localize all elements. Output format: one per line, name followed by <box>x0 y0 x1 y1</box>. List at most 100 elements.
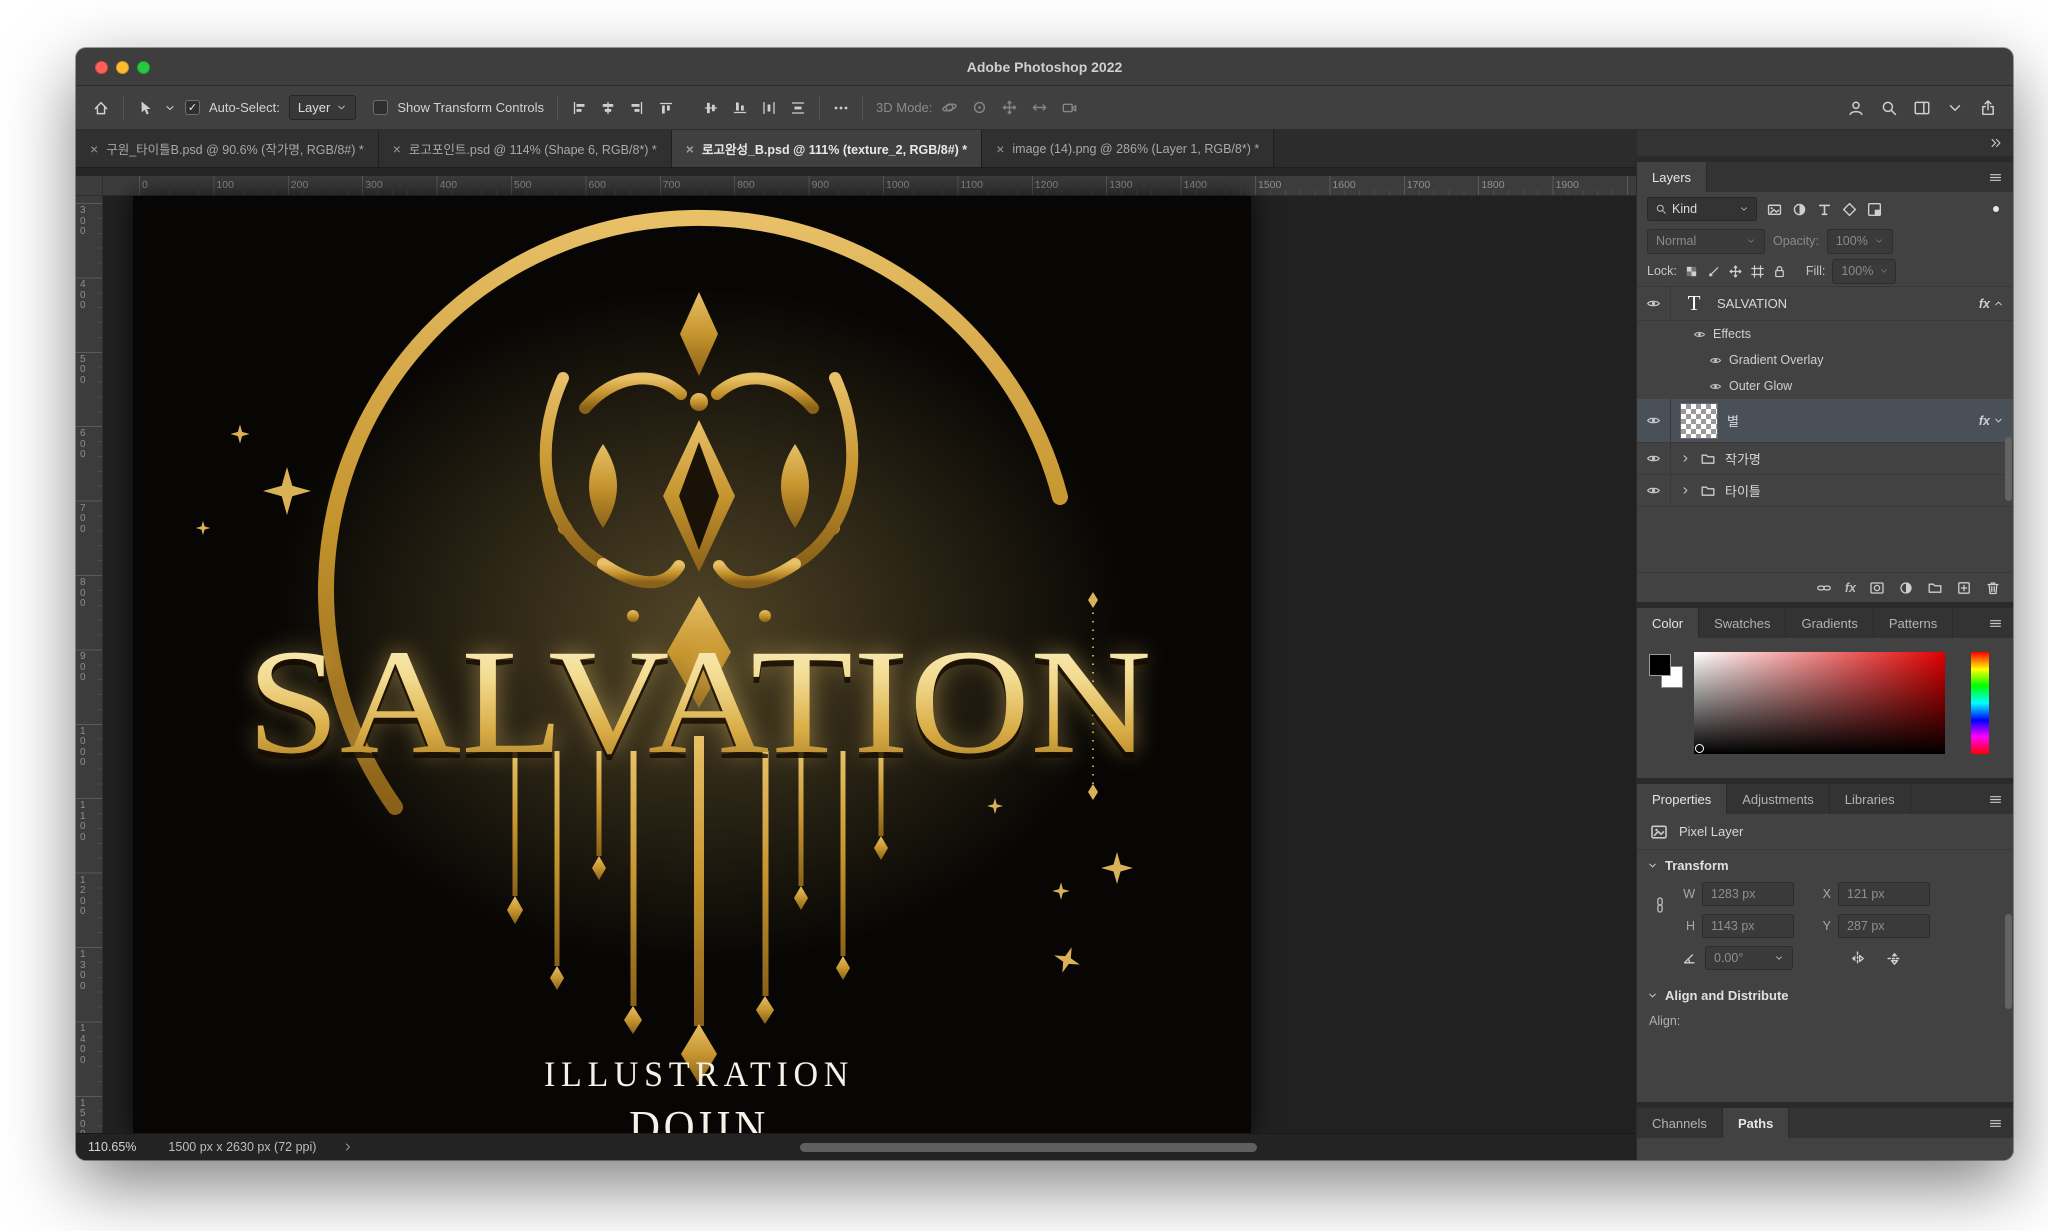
effect-row[interactable]: Effects <box>1637 321 2013 347</box>
visibility-toggle-icon[interactable] <box>1637 443 1671 474</box>
align-center-v-icon[interactable] <box>703 100 719 116</box>
tab-libraries[interactable]: Libraries <box>1830 784 1911 814</box>
effect-visibility-icon[interactable] <box>1709 380 1722 393</box>
orbit-3d-icon[interactable] <box>941 99 958 116</box>
filter-image-icon[interactable] <box>1766 201 1783 218</box>
close-tab-icon[interactable]: × <box>996 142 1004 156</box>
tab-gradients[interactable]: Gradients <box>1786 608 1874 638</box>
layers-scrollbar[interactable] <box>2005 437 2012 501</box>
tab-patterns[interactable]: Patterns <box>1874 608 1954 638</box>
tab-layers[interactable]: Layers <box>1637 162 1708 192</box>
new-layer-icon[interactable] <box>1956 580 1972 596</box>
tab-adjustments[interactable]: Adjustments <box>1727 784 1830 814</box>
align-section-header[interactable]: Align and Distribute <box>1637 980 2013 1010</box>
lock-pixels-icon[interactable] <box>1706 264 1721 279</box>
align-top-icon[interactable] <box>658 100 674 116</box>
auto-select-target-dropdown[interactable]: Layer <box>288 95 357 120</box>
layer-fx-controls[interactable]: fx <box>1979 297 2004 311</box>
ruler-corner[interactable] <box>76 176 103 196</box>
layers-panel-menu-icon[interactable] <box>1988 170 2013 185</box>
layer-mask-icon[interactable] <box>1869 580 1885 596</box>
show-transform-checkbox[interactable] <box>373 100 389 115</box>
more-options-icon[interactable] <box>833 100 849 116</box>
status-chevron-icon[interactable] <box>342 1141 354 1153</box>
hue-slider[interactable] <box>1971 652 1989 754</box>
width-field[interactable]: 1283 px <box>1702 882 1794 906</box>
lock-artboard-icon[interactable] <box>1750 264 1765 279</box>
visibility-toggle-icon[interactable] <box>1637 399 1671 442</box>
link-icon[interactable] <box>1816 580 1832 596</box>
search-icon[interactable] <box>1880 99 1898 117</box>
zoom-button[interactable] <box>137 60 150 74</box>
collapse-panels-icon[interactable] <box>1989 136 2003 150</box>
layer-row[interactable]: 타이틀 <box>1637 475 2013 507</box>
group-expand-icon[interactable] <box>1680 485 1691 496</box>
properties-panel-menu-icon[interactable] <box>1988 792 2013 807</box>
foreground-background-swatches[interactable] <box>1647 652 1693 698</box>
horizontal-ruler[interactable]: 0 100 200 300 400 500 600 700 800 900 1000 1100 1200… <box>103 176 1636 196</box>
color-picker-dot[interactable] <box>1695 744 1704 753</box>
group-expand-icon[interactable] <box>1680 453 1691 464</box>
tab-swatches[interactable]: Swatches <box>1699 608 1787 638</box>
distribute-v-icon[interactable] <box>790 100 806 116</box>
transform-section-header[interactable]: Transform <box>1637 850 2013 880</box>
align-right-icon[interactable] <box>629 100 645 116</box>
close-tab-icon[interactable]: × <box>90 142 98 156</box>
lock-transparency-icon[interactable] <box>1684 264 1699 279</box>
minimize-button[interactable] <box>116 60 129 74</box>
close-tab-icon[interactable]: × <box>686 142 694 156</box>
text-layer-thumbnail[interactable]: T <box>1680 291 1708 316</box>
document-tab[interactable]: × 구원_타이틀B.psd @ 90.6% (작가명, RGB/8#) * <box>76 130 379 167</box>
height-field[interactable]: 1143 px <box>1702 914 1794 938</box>
close-tab-icon[interactable]: × <box>393 142 401 156</box>
filter-type-icon[interactable] <box>1816 201 1833 218</box>
y-field[interactable]: 287 px <box>1838 914 1930 938</box>
properties-scrollbar[interactable] <box>2005 914 2012 1009</box>
lock-all-icon[interactable] <box>1772 264 1787 279</box>
folder-icon[interactable] <box>1927 580 1943 596</box>
layer-row[interactable]: 작가명 <box>1637 443 2013 475</box>
color-saturation-field[interactable] <box>1694 652 1945 754</box>
flip-horizontal-icon[interactable] <box>1849 950 1866 967</box>
flip-vertical-icon[interactable] <box>1886 950 1903 967</box>
auto-select-checkbox[interactable]: ✓ <box>185 100 200 115</box>
filter-shape-icon[interactable] <box>1841 201 1858 218</box>
tab-paths[interactable]: Paths <box>1722 1108 1790 1138</box>
tool-preset-chevron-icon[interactable] <box>164 102 176 114</box>
effect-visibility-icon[interactable] <box>1709 354 1722 367</box>
effect-row[interactable]: Outer Glow <box>1637 373 2013 399</box>
adjustment-circle-icon[interactable] <box>1898 580 1914 596</box>
distribute-h-icon[interactable] <box>761 100 777 116</box>
camera-3d-icon[interactable] <box>1061 99 1078 116</box>
align-left-icon[interactable] <box>571 100 587 116</box>
document-tab[interactable]: × 로고포인트.psd @ 114% (Shape 6, RGB/8*) * <box>378 130 672 167</box>
tab-properties[interactable]: Properties <box>1637 784 1728 814</box>
opacity-field[interactable]: 100% <box>1826 228 1893 254</box>
layer-fx-controls[interactable]: fx <box>1979 414 2004 428</box>
slide-3d-icon[interactable] <box>1031 99 1048 116</box>
lock-position-icon[interactable] <box>1728 264 1743 279</box>
filter-toggle-icon[interactable] <box>1989 202 2003 216</box>
effect-visibility-icon[interactable] <box>1693 328 1706 341</box>
share-icon[interactable] <box>1979 99 1997 117</box>
align-bottom-icon[interactable] <box>732 100 748 116</box>
document-canvas[interactable]: SALVATION SALVATION SALVATION ILLUSTRATI… <box>133 196 1251 1133</box>
layer-filter-kind-dropdown[interactable]: Kind <box>1647 197 1757 221</box>
effects-collapse-icon[interactable] <box>1993 298 2004 309</box>
align-center-h-icon[interactable] <box>600 100 616 116</box>
blend-mode-dropdown[interactable]: Normal <box>1647 228 1765 254</box>
document-tab[interactable]: × 로고완성_B.psd @ 111% (texture_2, RGB/8#) * <box>671 130 983 167</box>
visibility-toggle-icon[interactable] <box>1637 287 1671 320</box>
close-button[interactable] <box>95 60 108 74</box>
move-tool-icon[interactable] <box>137 99 155 117</box>
horizontal-scrollbar[interactable] <box>800 1143 1257 1152</box>
layer-row[interactable]: 별 fx <box>1637 399 2013 443</box>
home-icon[interactable] <box>92 99 110 117</box>
zoom-level[interactable]: 110.65% <box>88 1140 136 1154</box>
vertical-ruler[interactable]: 3 0 0 4 0 0 5 0 0 6 0 0 7 0 0 8 0 0 9 0 0 1 0 0… <box>76 196 103 1133</box>
workspace-icon[interactable] <box>1913 99 1931 117</box>
filter-smart-icon[interactable] <box>1866 201 1883 218</box>
color-panel-menu-icon[interactable] <box>1988 616 2013 631</box>
fx-badge-icon[interactable]: fx <box>1845 581 1856 595</box>
link-dimensions-icon[interactable] <box>1651 896 1669 914</box>
